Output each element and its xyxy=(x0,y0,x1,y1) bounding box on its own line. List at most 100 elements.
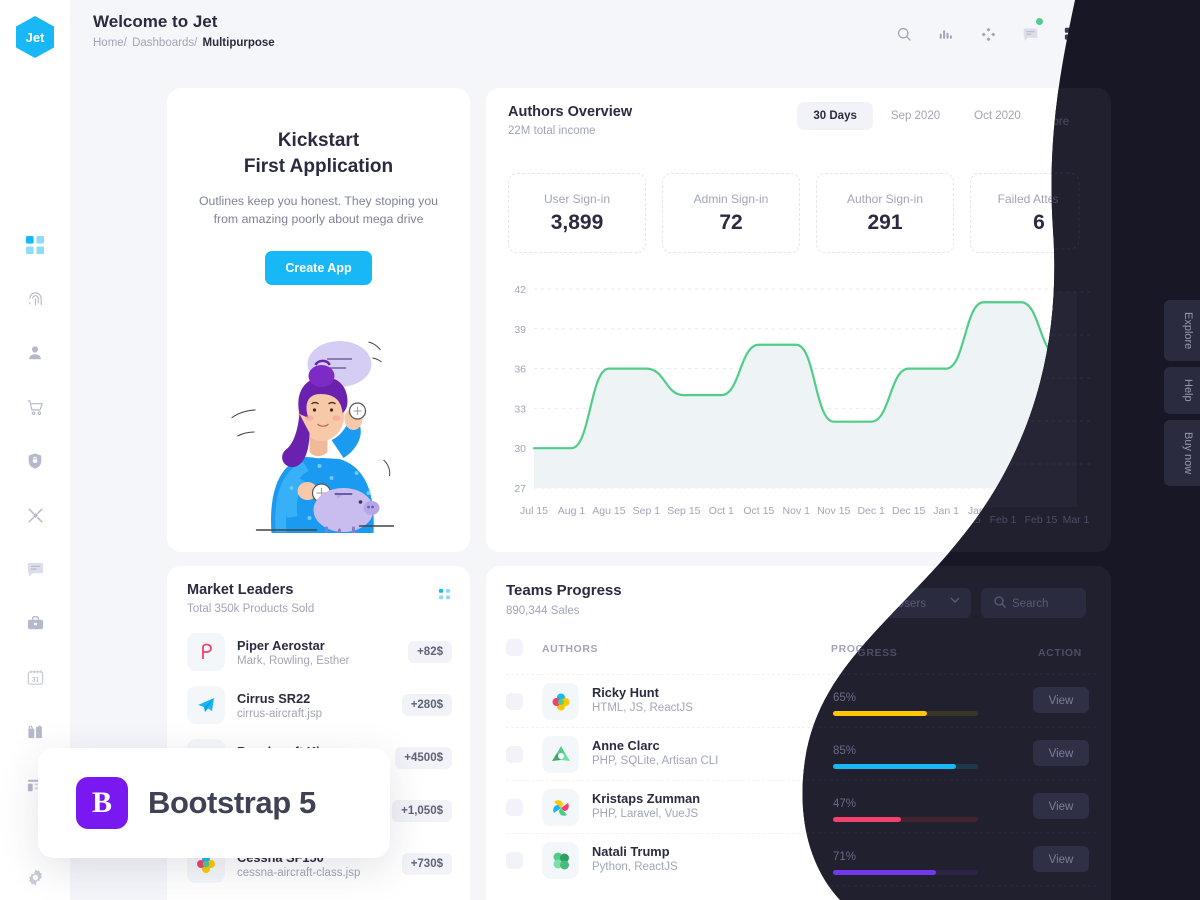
tab-sep-2020[interactable]: Sep 2020 xyxy=(875,102,956,130)
select-all-checkbox[interactable] xyxy=(506,639,523,656)
svg-text:31: 31 xyxy=(32,676,39,683)
market-leader-amount: +4500$ xyxy=(395,747,452,769)
chart-y-tick: 39 xyxy=(514,324,526,336)
author-name: Anne Clarc xyxy=(592,738,660,753)
market-leader-icon xyxy=(187,633,225,671)
tab-30-days[interactable]: 30 Days xyxy=(797,102,873,130)
sidebar-item-profile[interactable] xyxy=(18,336,52,370)
sidebar-item-fingerprint[interactable] xyxy=(18,282,52,316)
row-checkbox[interactable] xyxy=(506,693,523,710)
author-name: Kristaps Zumman xyxy=(592,791,701,806)
column-action: ACTION xyxy=(1036,643,1080,655)
shopping-cart-icon xyxy=(27,399,43,415)
row-checkbox[interactable] xyxy=(506,799,523,816)
shield-lock-icon xyxy=(28,453,42,469)
authors-overview-title: Authors Overview xyxy=(508,104,633,120)
drone-icon xyxy=(27,507,43,523)
gift-icon xyxy=(27,725,42,738)
bootstrap-promo-card[interactable]: B Bootstrap 5 xyxy=(38,748,390,858)
dark-mode-toggle[interactable] xyxy=(1102,22,1126,46)
tab-more[interactable]: More xyxy=(1039,102,1097,130)
tab-explore[interactable]: Explore xyxy=(1164,300,1200,362)
sidebar-item-projects[interactable] xyxy=(18,606,52,640)
teams-search-input[interactable]: Search xyxy=(1051,588,1111,618)
fingerprint-icon xyxy=(28,291,42,305)
settings-button[interactable] xyxy=(0,867,70,888)
market-leader-row[interactable]: Piper Aerostar Mark, Rowling, Esther +82$ xyxy=(187,632,452,672)
author-skills: PHP, Laravel, VueJS xyxy=(592,808,699,820)
chart-x-tick: Feb 15 xyxy=(1042,505,1075,517)
tab-oct-2020[interactable]: Oct 2020 xyxy=(958,102,1037,130)
stat-value: 6 xyxy=(1033,210,1045,234)
sidebar-item-chat[interactable] xyxy=(18,552,52,586)
view-button[interactable]: View xyxy=(1036,847,1092,873)
dark-mode-moon-icon xyxy=(1109,29,1119,38)
authors-overview-tabs: 30 Days Sep 2020 Oct 2020 More xyxy=(797,102,1097,130)
analytics-button[interactable] xyxy=(934,22,958,46)
market-leader-desc: cirrus-aircraft.jsp xyxy=(237,707,322,720)
user-icon xyxy=(29,346,41,360)
kickstart-title-line1: Kickstart xyxy=(277,130,360,151)
green-clover-icon xyxy=(553,852,569,869)
user-filter-select[interactable]: All Users xyxy=(941,588,1041,618)
create-app-button[interactable]: Create App xyxy=(265,250,372,285)
breadcrumb-item-dashboards[interactable]: Dashboards/ xyxy=(132,37,197,49)
four-dots-button[interactable] xyxy=(976,22,1000,46)
breadcrumb-item-multipurpose: Multipurpose xyxy=(202,37,275,49)
app-logo-text: Jet xyxy=(25,29,45,45)
stat-failed-attempts: Failed Attempts 6 xyxy=(970,173,1108,253)
chart-x-tick: Jan 15 xyxy=(968,505,1000,517)
apps-button[interactable] xyxy=(1060,22,1084,46)
market-leader-row[interactable]: Cirrus SR22 cirrus-aircraft.jsp +280$ xyxy=(187,685,452,725)
progress-percent: 85% xyxy=(831,738,855,750)
chart-x-tick: Aug 1 xyxy=(558,505,586,517)
stat-value: 291 xyxy=(867,210,903,234)
sidebar-item-calendar[interactable]: 31 xyxy=(18,660,52,694)
kickstart-title: Kickstart First Application xyxy=(167,128,470,179)
sidebar-item-gifts[interactable] xyxy=(18,714,52,748)
row-checkbox[interactable] xyxy=(506,852,523,869)
table-row[interactable]: Ricky Hunt HTML, JS, ReactJS 65% View xyxy=(506,674,1096,727)
sidebar-item-drone[interactable] xyxy=(18,498,52,532)
tab-help[interactable]: Help xyxy=(1164,367,1200,414)
sidebar-item-ecommerce[interactable] xyxy=(18,390,52,424)
column-progress: PROGRESS xyxy=(831,643,896,655)
market-leader-amount: +730$ xyxy=(401,853,452,875)
notification-badge-dot xyxy=(1036,18,1043,25)
market-leader-amount: +1,050$ xyxy=(392,800,452,822)
author-avatar-icon xyxy=(542,842,579,879)
sidebar-item-security[interactable] xyxy=(18,444,52,478)
view-button[interactable]: View xyxy=(1036,741,1092,767)
author-name: Ricky Hunt xyxy=(592,685,659,700)
chevron-down-icon xyxy=(1022,601,1031,606)
chat-bubble-icon xyxy=(27,562,43,577)
chart-x-tick: Nov 1 xyxy=(783,505,811,517)
sidebar-item-dashboard[interactable] xyxy=(18,228,52,262)
stat-value: 72 xyxy=(719,210,743,234)
authors-overview-subtitle: 22M total income xyxy=(508,125,596,137)
view-button[interactable]: View xyxy=(1036,794,1092,820)
woman-with-piggy-bank-illustration xyxy=(230,318,406,538)
progress-bar xyxy=(831,813,976,818)
column-authors: AUTHORS xyxy=(542,643,599,655)
app-logo[interactable]: Jet xyxy=(16,16,54,58)
author-avatar-icon xyxy=(542,736,579,773)
stat-admin-signin: Admin Sign-in 72 xyxy=(662,173,800,253)
market-leader-text: Piper Aerostar Mark, Rowling, Esther xyxy=(237,638,408,667)
table-row[interactable]: Natali Trump Python, ReactJS 71% View xyxy=(506,833,1096,886)
tab-buy-now[interactable]: Buy now xyxy=(1164,419,1200,487)
messages-button[interactable] xyxy=(1018,18,1043,46)
breadcrumb-item-home[interactable]: Home/ xyxy=(93,37,127,49)
table-row[interactable]: Anne Clarc PHP, SQLite, Artisan CLI 85% Vie… xyxy=(506,727,1096,780)
market-leaders-menu-button[interactable] xyxy=(439,589,452,607)
row-checkbox[interactable] xyxy=(506,746,523,763)
view-button[interactable]: View xyxy=(1036,688,1092,714)
stat-author-signin: Author Sign-in 291 xyxy=(816,173,954,253)
chart-x-tick: Sep 15 xyxy=(667,505,700,517)
chart-area-fill xyxy=(534,302,1096,488)
four-dots-icon xyxy=(981,27,995,41)
table-row[interactable]: Kristaps Zumman PHP, Laravel, VueJS 47% Vie… xyxy=(506,780,1096,833)
avatar[interactable] xyxy=(1144,16,1180,52)
chat-icon xyxy=(1023,28,1037,41)
search-button[interactable] xyxy=(892,22,916,46)
